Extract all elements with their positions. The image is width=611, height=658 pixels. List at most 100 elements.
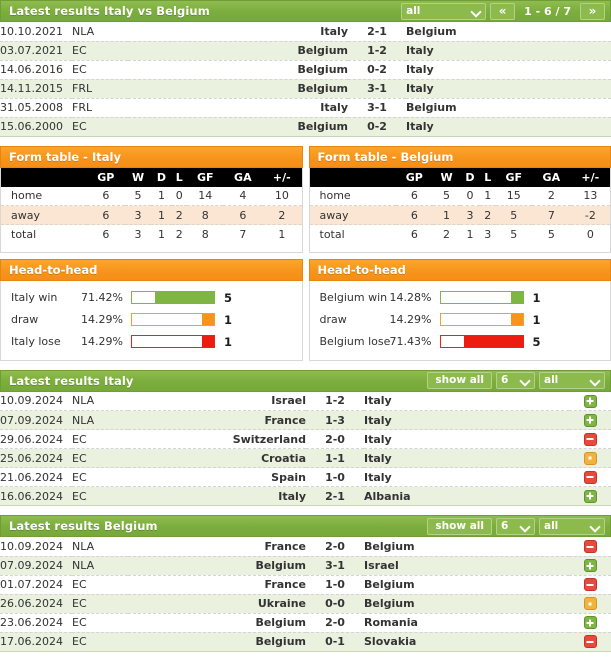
- away-team: Italy: [364, 467, 569, 487]
- match-comp: EC: [72, 60, 128, 80]
- away-team: Italy: [364, 410, 569, 430]
- h2h-bar-draw: [131, 313, 215, 326]
- chevron-down-icon: [521, 522, 530, 531]
- form-italy-table: GP W D L GF GA +/- home 6 5 1 0 14 4 10 …: [1, 167, 302, 244]
- home-team: Belgium: [128, 60, 348, 80]
- chevron-down-icon: [591, 376, 600, 385]
- table-row[interactable]: 07.09.2024 NLA France 1-3 Italy: [0, 410, 611, 430]
- table-row: home 6 5 1 0 14 4 10: [1, 186, 302, 206]
- section-gap: [0, 136, 611, 146]
- h2h-count: 1: [224, 312, 233, 327]
- match-date: 21.06.2024: [0, 467, 72, 487]
- match-date: 17.06.2024: [0, 632, 72, 652]
- match-comp: NLA: [72, 556, 128, 576]
- away-team: Italy: [364, 448, 569, 468]
- h2h-section-title: Latest results Italy vs Belgium: [9, 4, 210, 18]
- result-icon: [583, 616, 597, 630]
- away-team: Italy: [406, 79, 611, 99]
- match-score: 1-0: [306, 467, 364, 487]
- pager-next-button[interactable]: »: [580, 2, 605, 20]
- table-row[interactable]: 14.11.2015 FRL Belgium 3-1 Italy: [0, 79, 611, 99]
- h2h-italy-title: Head-to-head: [9, 262, 98, 277]
- h2h-italy-header: Head-to-head: [0, 258, 303, 281]
- result-cell: [569, 594, 611, 614]
- competition-select[interactable]: all: [539, 517, 605, 535]
- table-row[interactable]: 26.06.2024 EC Ukraine 0-0 Belgium: [0, 594, 611, 614]
- match-score: 1-0: [306, 575, 364, 595]
- match-comp: EC: [72, 448, 128, 468]
- competition-select[interactable]: all: [539, 372, 605, 389]
- show-all-button[interactable]: show all: [427, 517, 492, 535]
- match-score: 2-1: [348, 22, 406, 42]
- cell-w: 3: [124, 205, 152, 225]
- table-row[interactable]: 03.07.2021 EC Belgium 1-2 Italy: [0, 41, 611, 61]
- pager-prev-button[interactable]: «: [490, 2, 516, 20]
- form-italy-column: Form table - Italy GP W D L GF GA +/- ho…: [0, 145, 303, 253]
- table-row[interactable]: 23.06.2024 EC Belgium 2-0 Romania: [0, 613, 611, 633]
- h2h-label: draw: [11, 313, 39, 326]
- table-row[interactable]: 01.07.2024 EC France 1-0 Belgium: [0, 575, 611, 595]
- match-score: 1-3: [306, 410, 364, 430]
- table-row[interactable]: 21.06.2024 EC Spain 1-0 Italy: [0, 467, 611, 487]
- latest-italy-header: Latest results Italy show all 6 all: [0, 369, 611, 392]
- home-team: Italy: [128, 22, 348, 42]
- home-team: France: [128, 410, 306, 430]
- table-row[interactable]: 10.09.2024 NLA Israel 1-2 Italy: [0, 391, 611, 411]
- h2h-italy-panel: Italy win 71.42% 5 draw 14.29% 1 Italy l…: [0, 280, 303, 361]
- home-team: Croatia: [128, 448, 306, 468]
- match-comp: EC: [72, 632, 128, 652]
- match-comp: EC: [72, 117, 128, 137]
- result-cell: [569, 556, 611, 576]
- home-team: Ukraine: [128, 594, 306, 614]
- h2h-filter-select[interactable]: all: [401, 2, 487, 20]
- home-team: Belgium: [128, 556, 306, 576]
- table-row[interactable]: 07.09.2024 NLA Belgium 3-1 Israel: [0, 556, 611, 576]
- cell-w: 3: [134, 227, 142, 241]
- h2h-stat-row: draw 14.29% 1: [310, 309, 611, 331]
- table-row: total 6 2 1 3 5 5 0: [309, 224, 610, 244]
- competition-label: all: [544, 374, 559, 387]
- result-icon: [583, 451, 597, 465]
- h2h-bar-lose: [131, 335, 215, 348]
- h2h-count: 1: [224, 334, 233, 349]
- cell-l: 2: [175, 227, 183, 241]
- h2h-stat-row: Belgium win 14.28% 1: [310, 287, 611, 309]
- table-row[interactable]: 16.06.2024 EC Italy 2-1 Albania: [0, 486, 611, 506]
- match-score: 2-1: [306, 486, 364, 506]
- match-comp: EC: [72, 467, 128, 487]
- form-italy-tbody: home 6 5 1 0 14 4 10 away 6 3 1 2 8 6 2 …: [1, 186, 302, 244]
- match-comp: EC: [72, 594, 128, 614]
- row-count-select[interactable]: 6: [496, 372, 535, 389]
- col-diff: +/-: [581, 170, 600, 184]
- h2h-count: 1: [532, 290, 541, 305]
- row-label: away: [1, 205, 87, 225]
- match-date: 10.09.2024: [0, 537, 72, 557]
- table-row[interactable]: 29.06.2024 EC Switzerland 2-0 Italy: [0, 429, 611, 449]
- section-gap: [0, 360, 611, 370]
- result-icon: [583, 470, 597, 484]
- row-label: total: [11, 227, 37, 241]
- match-date: 14.06.2016: [0, 60, 72, 80]
- match-date: 31.05.2008: [0, 98, 72, 118]
- table-row[interactable]: 10.10.2021 NLA Italy 2-1 Belgium: [0, 22, 611, 42]
- col-w: W: [131, 170, 145, 184]
- table-row[interactable]: 17.06.2024 EC Belgium 0-1 Slovakia: [0, 632, 611, 652]
- cell-gp: 6: [87, 205, 125, 225]
- match-comp: EC: [72, 575, 128, 595]
- table-row[interactable]: 25.06.2024 EC Croatia 1-1 Italy: [0, 448, 611, 468]
- cell-ga: 4: [223, 186, 263, 206]
- h2h-bar-draw: [439, 313, 524, 326]
- away-team: Belgium: [364, 537, 569, 557]
- table-row[interactable]: 31.05.2008 FRL Italy 3-1 Belgium: [0, 98, 611, 118]
- row-count-select[interactable]: 6: [496, 517, 535, 535]
- table-row[interactable]: 10.09.2024 NLA France 2-0 Belgium: [0, 537, 611, 557]
- cell-l: 2: [171, 205, 188, 225]
- cell-gf: 14: [187, 186, 224, 206]
- cell-ga: 6: [223, 205, 263, 225]
- table-row[interactable]: 14.06.2016 EC Belgium 0-2 Italy: [0, 60, 611, 80]
- result-cell: [569, 467, 611, 487]
- result-icon: [583, 559, 597, 573]
- away-team: Italy: [406, 60, 611, 80]
- table-row[interactable]: 15.06.2000 EC Belgium 0-2 Italy: [0, 117, 611, 137]
- show-all-button[interactable]: show all: [427, 372, 492, 389]
